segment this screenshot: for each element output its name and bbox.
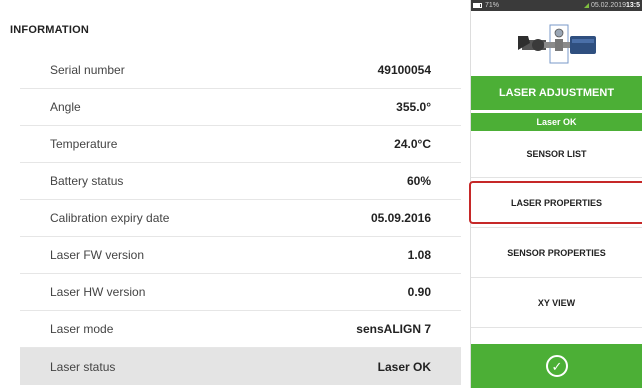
laser-adjustment-button[interactable]: LASER ADJUSTMENT <box>471 76 642 110</box>
info-label: Temperature <box>50 137 118 151</box>
info-value: 60% <box>406 174 431 188</box>
info-row-calibration-expiry: Calibration expiry date 05.09.2016 <box>20 200 461 237</box>
selection-outline <box>469 181 642 224</box>
xy-view-button[interactable]: XY VIEW <box>471 278 642 328</box>
information-panel: INFORMATION Serial number 49100054 Angle… <box>0 0 466 388</box>
info-value: 0.90 <box>407 285 431 299</box>
page-title: INFORMATION <box>10 24 89 36</box>
info-value: Laser OK <box>377 359 431 374</box>
info-label: Angle <box>50 100 81 114</box>
info-row-laser-fw-version: Laser FW version 1.08 <box>20 237 461 274</box>
sidebar: 71% 05.02.2019 13:5 LASER ADJUSTMENT Las… <box>469 0 642 388</box>
info-row-serial-number: Serial number 49100054 <box>20 52 461 89</box>
laser-properties-button[interactable]: LASER PROPERTIES <box>469 178 642 228</box>
info-value: 1.08 <box>407 248 431 262</box>
status-bar: 71% 05.02.2019 13:5 <box>471 0 642 11</box>
info-label: Calibration expiry date <box>50 211 170 225</box>
check-circle-icon: ✓ <box>546 355 568 377</box>
info-label: Laser HW version <box>50 285 146 299</box>
status-date: 05.02.2019 <box>590 2 626 9</box>
info-row-angle: Angle 355.0° <box>20 89 461 126</box>
machine-train-graphic[interactable] <box>471 11 642 76</box>
info-label: Serial number <box>50 63 125 77</box>
info-row-laser-status: Laser status Laser OK <box>20 348 461 385</box>
info-row-laser-mode: Laser mode sensALIGN 7 <box>20 311 461 348</box>
battery-icon <box>473 3 482 8</box>
battery-indicator: 71% <box>473 2 499 9</box>
info-value: sensALIGN 7 <box>356 322 431 336</box>
battery-level: 71% <box>485 2 500 9</box>
info-label: Laser mode <box>50 322 114 336</box>
status-time: 13:5 <box>625 2 640 9</box>
signal-icon <box>583 3 589 8</box>
info-row-laser-hw-version: Laser HW version 0.90 <box>20 274 461 311</box>
machine-coupling-icon <box>517 24 596 63</box>
info-label: Laser FW version <box>50 248 145 262</box>
info-label: Laser status <box>50 359 116 374</box>
info-value: 05.09.2016 <box>370 211 431 225</box>
info-value: 24.0°C <box>394 137 431 151</box>
info-table: Serial number 49100054 Angle 355.0° Temp… <box>20 52 461 385</box>
info-row-temperature: Temperature 24.0°C <box>20 126 461 163</box>
sensor-list-button[interactable]: SENSOR LIST <box>471 131 642 178</box>
laser-status-badge: Laser OK <box>471 113 642 131</box>
info-value: 49100054 <box>377 63 431 77</box>
info-row-battery-status: Battery status 60% <box>20 163 461 200</box>
info-value: 355.0° <box>396 100 431 114</box>
date-time: 05.02.2019 13:5 <box>583 2 640 9</box>
sensor-properties-button[interactable]: SENSOR PROPERTIES <box>471 228 642 278</box>
confirm-button[interactable]: ✓ <box>471 344 642 388</box>
info-label: Battery status <box>50 174 124 188</box>
